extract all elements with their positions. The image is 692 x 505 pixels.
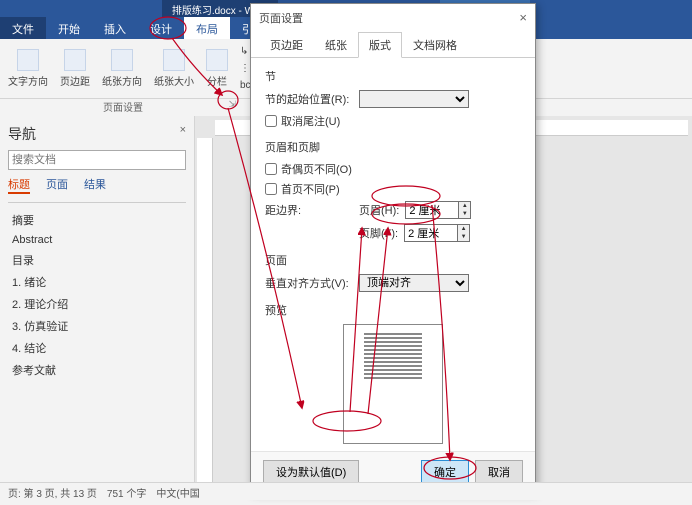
nav-search-input[interactable]	[8, 150, 186, 170]
header-label: 页眉(H):	[359, 202, 399, 218]
status-words[interactable]: 751 个字	[107, 485, 146, 498]
footer-distance-input[interactable]	[404, 224, 458, 242]
orientation-button[interactable]: 纸张方向	[102, 49, 142, 88]
header-footer-section-label: 页眉和页脚	[265, 139, 521, 155]
outline-list: 摘要 Abstract 目录 1. 绪论 2. 理论介绍 3. 仿真验证 4. …	[8, 209, 186, 381]
outline-item[interactable]: 摘要	[8, 209, 186, 231]
preview-box	[343, 324, 443, 444]
outline-item[interactable]: Abstract	[8, 231, 186, 249]
margins-button[interactable]: 页边距	[60, 49, 90, 88]
footer-label: 页脚(F):	[359, 225, 398, 241]
nav-tab-headings[interactable]: 标题	[8, 176, 30, 194]
outline-item[interactable]: 3. 仿真验证	[8, 315, 186, 337]
nav-tab-results[interactable]: 结果	[84, 176, 106, 194]
spin-down-icon[interactable]: ▼	[458, 233, 469, 241]
tab-layout[interactable]: 布局	[184, 17, 230, 39]
outline-item[interactable]: 2. 理论介绍	[8, 293, 186, 315]
nav-tab-pages[interactable]: 页面	[46, 176, 68, 194]
outline-item[interactable]: 目录	[8, 249, 186, 271]
from-edge-label: 距边界:	[265, 202, 353, 218]
status-page[interactable]: 页: 第 3 页, 共 13 页	[8, 485, 97, 498]
section-label: 节	[265, 68, 521, 84]
suppress-endnotes-checkbox[interactable]	[265, 115, 277, 127]
set-default-button[interactable]: 设为默认值(D)	[263, 460, 359, 484]
vertical-align-select[interactable]: 顶端对齐	[359, 274, 469, 292]
nav-title: 导航	[8, 124, 36, 144]
page-setup-dialog: 页面设置 × 页边距 纸张 版式 文档网格 节 节的起始位置(R): 取消尾注(…	[250, 3, 536, 493]
section-start-select[interactable]	[359, 90, 469, 108]
vertical-align-label: 垂直对齐方式(V):	[265, 275, 353, 291]
tab-file[interactable]: 文件	[0, 17, 46, 39]
first-page-checkbox[interactable]	[265, 183, 277, 195]
spin-up-icon[interactable]: ▲	[458, 225, 469, 233]
spin-up-icon[interactable]: ▲	[459, 202, 470, 210]
dialog-tab-margins[interactable]: 页边距	[259, 32, 314, 58]
tab-start[interactable]: 开始	[46, 17, 92, 39]
status-bar: 页: 第 3 页, 共 13 页 751 个字 中文(中国	[0, 482, 692, 500]
navigation-pane: 导航 × 标题 页面 结果 摘要 Abstract 目录 1. 绪论 2. 理论…	[0, 116, 195, 496]
first-page-label: 首页不同(P)	[281, 181, 340, 197]
vertical-ruler[interactable]	[197, 138, 213, 496]
tab-insert[interactable]: 插入	[92, 17, 138, 39]
text-direction-button[interactable]: 文字方向	[8, 49, 48, 88]
size-button[interactable]: 纸张大小	[154, 49, 194, 88]
dialog-tab-layout[interactable]: 版式	[358, 32, 402, 58]
spin-down-icon[interactable]: ▼	[459, 210, 470, 218]
ok-button[interactable]: 确定	[421, 460, 469, 484]
odd-even-checkbox[interactable]	[265, 163, 277, 175]
section-start-label: 节的起始位置(R):	[265, 91, 353, 107]
page-section-label: 页面	[265, 252, 521, 268]
nav-close-button[interactable]: ×	[180, 124, 186, 144]
columns-button[interactable]: 分栏	[206, 49, 228, 88]
outline-item[interactable]: 参考文献	[8, 359, 186, 381]
header-distance-input[interactable]	[405, 201, 459, 219]
preview-section-label: 预览	[265, 302, 521, 318]
dialog-close-button[interactable]: ×	[519, 10, 527, 26]
page-setup-launcher[interactable]: ⇲	[228, 99, 236, 110]
outline-item[interactable]: 1. 绪论	[8, 271, 186, 293]
suppress-endnotes-label: 取消尾注(U)	[281, 113, 340, 129]
dialog-title: 页面设置	[259, 10, 303, 26]
dialog-tab-paper[interactable]: 纸张	[314, 32, 358, 58]
status-language[interactable]: 中文(中国	[156, 485, 199, 498]
tab-design[interactable]: 设计	[138, 17, 184, 39]
page-setup-group-label: 页面设置	[103, 103, 143, 114]
dialog-tab-grid[interactable]: 文档网格	[402, 32, 468, 58]
outline-item[interactable]: 4. 结论	[8, 337, 186, 359]
cancel-button[interactable]: 取消	[475, 460, 523, 484]
odd-even-label: 奇偶页不同(O)	[281, 161, 352, 177]
